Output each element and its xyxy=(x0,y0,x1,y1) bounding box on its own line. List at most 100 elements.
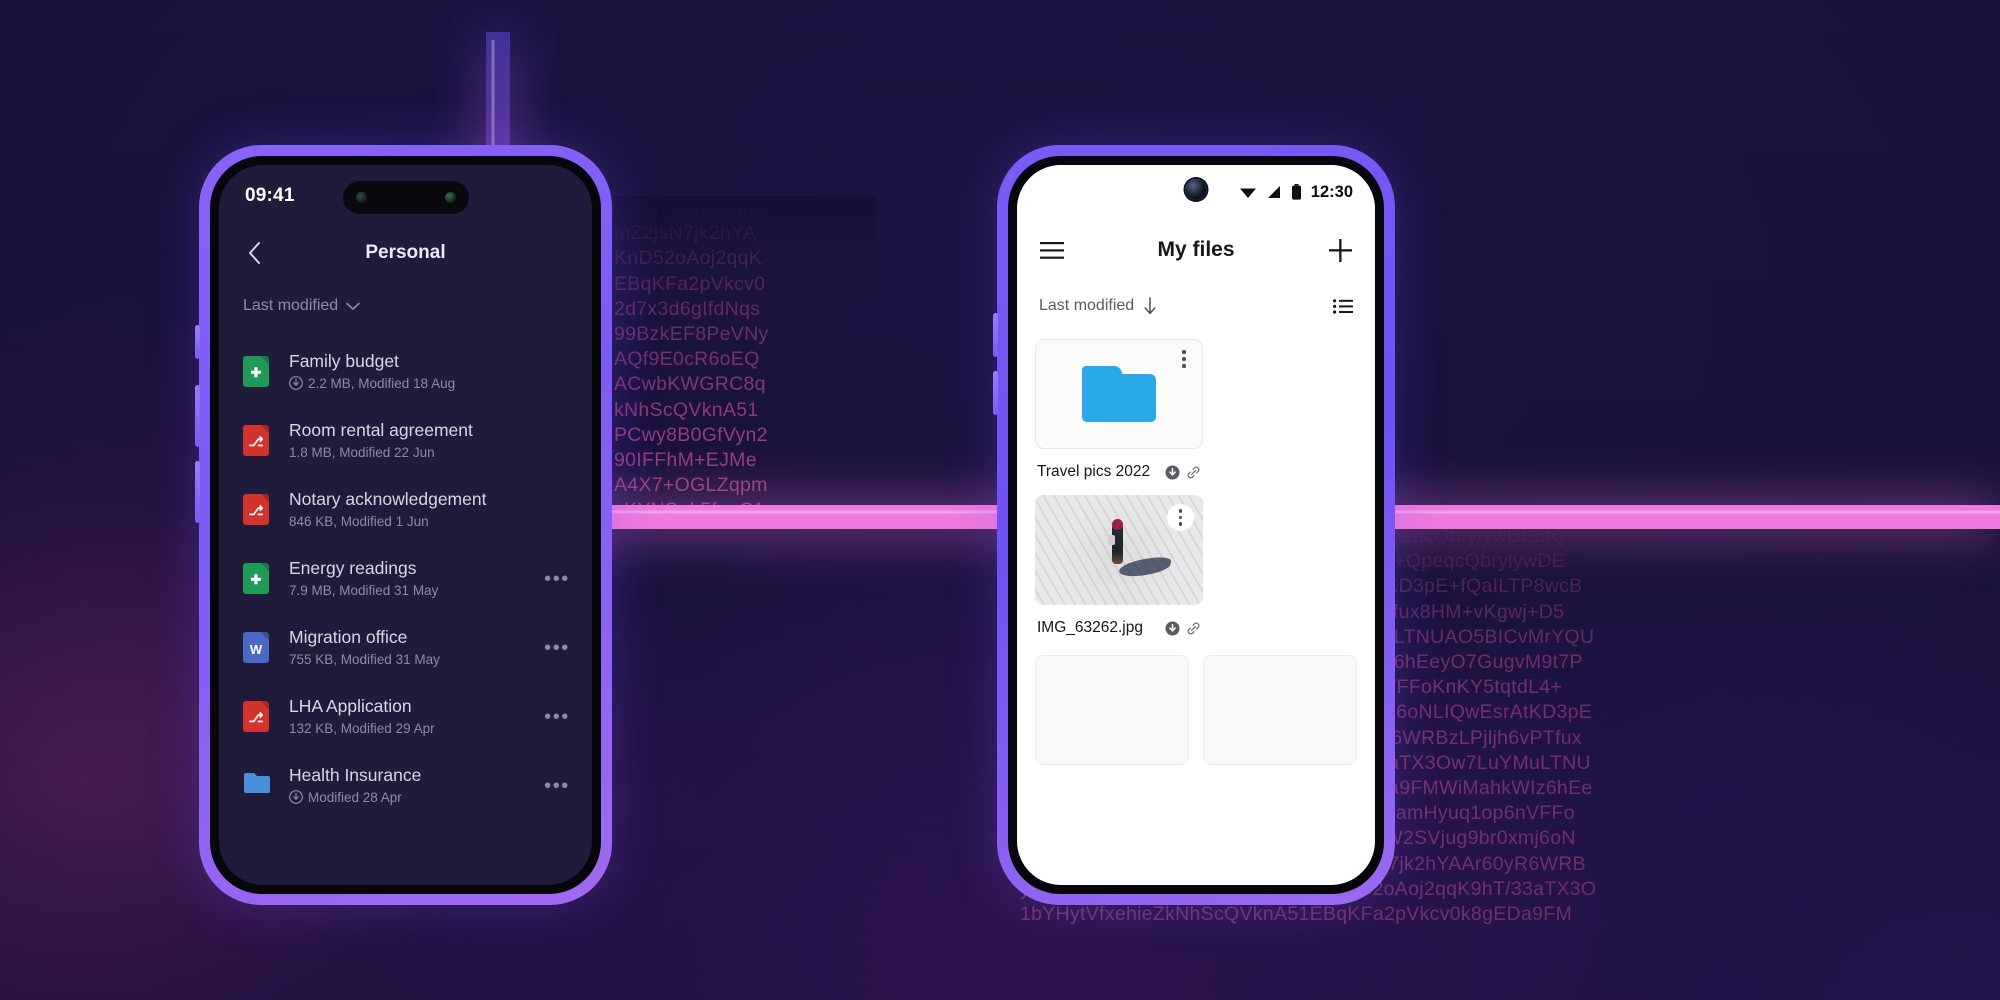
left-phone-volume-down-button[interactable] xyxy=(195,461,200,523)
grid-item-name: IMG_63262.jpg xyxy=(1037,619,1143,636)
right-phone-bezel: 12:30 My files Last modified Travel pics… xyxy=(1008,156,1384,894)
left-file-row[interactable]: ✚ Family budget 2.2 MB, Modified 18 Aug xyxy=(219,337,592,406)
pdf-file-icon: ⎇ xyxy=(243,424,271,457)
left-file-name: Health Insurance xyxy=(289,764,422,785)
left-file-meta: Notary acknowledgement 846 KB, Modified 1… xyxy=(289,489,542,531)
pdf-file-icon: ⎇ xyxy=(243,493,271,526)
grid-placeholder-tile[interactable] xyxy=(1035,655,1189,765)
file-type-badge: ⎇ xyxy=(243,493,269,525)
left-file-row[interactable]: ✚ Energy readings 7.9 MB, Modified 31 May •… xyxy=(219,544,592,613)
left-file-meta: Family budget 2.2 MB, Modified 18 Aug xyxy=(289,351,542,393)
file-type-badge: ✚ xyxy=(243,562,269,594)
left-file-subtitle: Modified 28 Apr xyxy=(289,788,542,807)
punch-hole-camera-icon xyxy=(1185,179,1207,200)
dynamic-island-icon xyxy=(342,181,469,214)
grid-item-caption: IMG_63262.jpg xyxy=(1035,605,1203,637)
right-grid-next-row xyxy=(1017,637,1375,765)
left-file-row[interactable]: W Migration office 755 KB, Modified 31 May… xyxy=(219,613,592,682)
face-sensor-icon xyxy=(355,192,367,203)
overflow-menu-icon[interactable]: ••• xyxy=(542,638,572,658)
grid-item-caption: Travel pics 2022 xyxy=(1035,449,1203,481)
grid-item-folder[interactable]: Travel pics 2022 xyxy=(1035,339,1203,481)
file-type-badge: ⎇ xyxy=(243,700,269,732)
list-view-icon[interactable] xyxy=(1333,298,1353,314)
right-phone-volume-up-button[interactable] xyxy=(993,313,998,357)
folder-thumbnail[interactable] xyxy=(1035,339,1203,449)
file-type-badge: ⎇ xyxy=(243,424,269,456)
folder-icon xyxy=(243,770,271,802)
word-file-icon: W xyxy=(243,631,271,664)
right-phone-screen: 12:30 My files Last modified Travel pics… xyxy=(1017,165,1375,885)
left-file-subtitle: 846 KB, Modified 1 Jun xyxy=(289,512,542,531)
left-file-meta: Energy readings 7.9 MB, Modified 31 May xyxy=(289,558,542,600)
left-file-row[interactable]: ⎇ LHA Application 132 KB, Modified 29 Apr •… xyxy=(219,682,592,751)
signal-icon xyxy=(1266,185,1282,199)
overflow-menu-icon[interactable]: ••• xyxy=(542,707,572,727)
wifi-icon xyxy=(1239,185,1257,199)
kebab-menu-icon[interactable] xyxy=(1174,347,1194,371)
left-file-meta: Migration office 755 KB, Modified 31 May xyxy=(289,627,542,669)
file-type-glyph: ✚ xyxy=(250,572,262,587)
left-sort-label: Last modified xyxy=(243,297,339,314)
left-file-meta-text: 7.9 MB, Modified 31 May xyxy=(289,582,439,598)
chevron-down-icon xyxy=(346,302,360,311)
download-circle-icon xyxy=(289,376,303,390)
left-phone-volume-up-button[interactable] xyxy=(195,385,200,447)
left-file-list: ✚ Family budget 2.2 MB, Modified 18 Aug ⎇ Ro… xyxy=(219,333,592,820)
left-file-name: Room rental agreement xyxy=(289,419,473,440)
left-file-meta-text: 2.2 MB, Modified 18 Aug xyxy=(308,375,456,391)
front-camera-icon xyxy=(444,192,456,203)
left-file-meta: LHA Application 132 KB, Modified 29 Apr xyxy=(289,696,542,738)
left-file-subtitle: 2.2 MB, Modified 18 Aug xyxy=(289,374,542,393)
battery-icon xyxy=(1291,184,1302,200)
left-phone-bezel: 09:41 Personal Last modified ✚ Family bu… xyxy=(210,156,601,894)
right-file-grid: Travel pics 2022 IMG_63262.jpg xyxy=(1017,331,1375,637)
phone-mockup-left: 09:41 Personal Last modified ✚ Family bu… xyxy=(195,145,612,905)
left-file-name: Energy readings xyxy=(289,557,417,578)
right-phone-volume-down-button[interactable] xyxy=(993,371,998,415)
download-circle-icon xyxy=(1165,465,1180,480)
left-sort-control[interactable]: Last modified xyxy=(219,279,592,333)
marketing-scene: +qjI17ZW2SVjuO mZ2jsN7jk2hYA KnD52oAoj2q… xyxy=(0,0,2000,1000)
sheet-file-icon: ✚ xyxy=(243,562,271,595)
left-file-meta-text: 1.8 MB, Modified 22 Jun xyxy=(289,444,435,460)
photo-person-bag xyxy=(1108,534,1116,545)
link-icon xyxy=(1186,621,1201,636)
left-file-name: Migration office xyxy=(289,626,408,647)
file-type-glyph: ✚ xyxy=(250,365,262,380)
right-sort-label[interactable]: Last modified xyxy=(1039,297,1134,315)
overflow-menu-icon[interactable]: ••• xyxy=(542,776,572,796)
grid-item-name: Travel pics 2022 xyxy=(1037,463,1151,480)
right-status-bar: 12:30 xyxy=(1017,165,1375,219)
left-file-row[interactable]: Health Insurance Modified 28 Apr ••• xyxy=(219,751,592,820)
pdf-file-icon: ⎇ xyxy=(243,700,271,733)
sheet-file-icon: ✚ xyxy=(243,355,271,388)
link-icon xyxy=(1186,465,1201,480)
grid-placeholder-tile[interactable] xyxy=(1203,655,1357,765)
left-file-row[interactable]: ⎇ Notary acknowledgement 846 KB, Modified … xyxy=(219,475,592,544)
left-phone-screen: 09:41 Personal Last modified ✚ Family bu… xyxy=(219,165,592,885)
left-file-name: Notary acknowledgement xyxy=(289,488,487,509)
grid-item-image[interactable]: IMG_63262.jpg xyxy=(1035,495,1203,637)
image-thumbnail[interactable] xyxy=(1035,495,1203,605)
folder-body xyxy=(1082,374,1156,422)
left-phone-mute-button[interactable] xyxy=(195,325,200,359)
file-type-glyph: ⎇ xyxy=(248,434,264,449)
arrow-down-icon[interactable] xyxy=(1143,297,1157,315)
left-file-name: Family budget xyxy=(289,350,399,371)
right-app-bar: My files xyxy=(1017,219,1375,281)
left-app-bar: Personal xyxy=(219,227,592,279)
left-file-meta: Room rental agreement 1.8 MB, Modified 22… xyxy=(289,420,542,462)
left-file-subtitle: 132 KB, Modified 29 Apr xyxy=(289,719,542,738)
kebab-menu-icon[interactable] xyxy=(1167,504,1194,531)
file-type-glyph: W xyxy=(249,641,263,657)
left-file-meta-text: 755 KB, Modified 31 May xyxy=(289,651,440,667)
overflow-menu-icon[interactable]: ••• xyxy=(542,569,572,589)
left-file-row[interactable]: ⎇ Room rental agreement 1.8 MB, Modified 2… xyxy=(219,406,592,475)
left-status-bar: 09:41 xyxy=(219,165,592,227)
file-type-badge: ✚ xyxy=(243,355,269,387)
folder-icon xyxy=(1082,366,1156,422)
left-status-time: 09:41 xyxy=(245,185,295,206)
file-type-glyph: ⎇ xyxy=(248,710,264,725)
left-file-meta-text: Modified 28 Apr xyxy=(308,789,402,805)
